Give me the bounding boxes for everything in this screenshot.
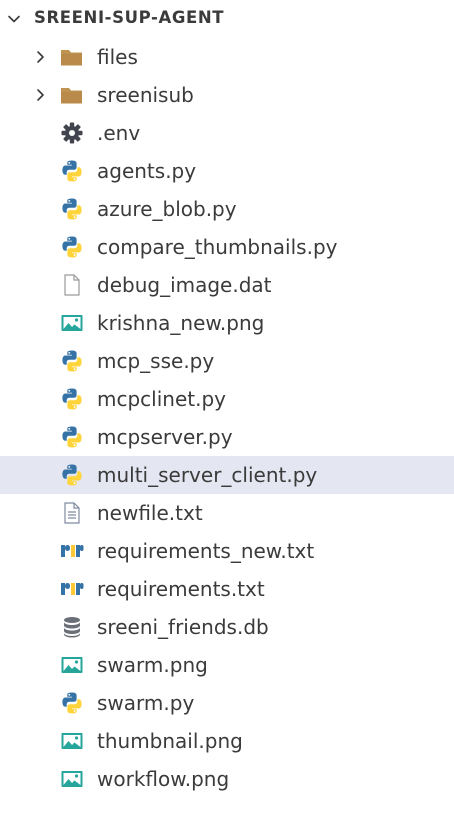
file-item-compare-thumbnails-py[interactable]: compare_thumbnails.py [0, 228, 454, 266]
file-item-label: thumbnail.png [97, 729, 243, 753]
folder-icon [61, 50, 82, 66]
python-icon [62, 198, 82, 220]
python-icon [62, 160, 82, 182]
image-icon [61, 771, 83, 787]
file-item-debug-image-dat[interactable]: debug_image.dat [0, 266, 454, 304]
gear-icon [61, 122, 83, 144]
file-item-label: requirements.txt [97, 577, 265, 601]
image-icon [61, 315, 83, 331]
database-icon [64, 617, 80, 638]
file-item-label: mcp_sse.py [97, 349, 215, 373]
file-item-label: swarm.png [97, 653, 208, 677]
file-item-azure-blob-py[interactable]: azure_blob.py [0, 190, 454, 228]
file-item-label: debug_image.dat [97, 273, 272, 297]
explorer-section-title: SREENI-SUP-AGENT [34, 8, 225, 27]
file-item-label: agents.py [97, 159, 197, 183]
file-item-label: azure_blob.py [97, 197, 237, 221]
explorer-section-header[interactable]: SREENI-SUP-AGENT [0, 0, 454, 38]
blank-file-icon [64, 274, 80, 296]
file-item-mcpclinet-py[interactable]: mcpclinet.py [0, 380, 454, 418]
file-item-requirements-new-txt[interactable]: requirements_new.txt [0, 532, 454, 570]
file-item-swarm-py[interactable]: swarm.py [0, 684, 454, 722]
file-item-mcpserver-py[interactable]: mcpserver.py [0, 418, 454, 456]
file-item-label: workflow.png [97, 767, 230, 791]
chevron-down-icon[interactable] [6, 11, 22, 27]
file-item-label: swarm.py [97, 691, 195, 715]
pip-requirements-icon [61, 545, 84, 557]
python-icon [62, 426, 82, 448]
chevron-right-icon[interactable] [32, 49, 48, 65]
file-item-label: requirements_new.txt [97, 539, 315, 563]
file-item-label: krishna_new.png [97, 311, 265, 335]
file-item-workflow-png[interactable]: workflow.png [0, 760, 454, 798]
python-icon [62, 388, 82, 410]
file-item-label: multi_server_client.py [97, 463, 318, 487]
image-icon [61, 733, 83, 749]
file-item-label: compare_thumbnails.py [97, 235, 338, 259]
file-item-label: files [97, 45, 138, 69]
folder-item-sreenisub[interactable]: sreenisub [0, 76, 454, 114]
file-item-sreeni-friends-db[interactable]: sreeni_friends.db [0, 608, 454, 646]
python-icon [62, 464, 82, 486]
pip-requirements-icon [61, 583, 84, 595]
file-item-multi-server-client-py[interactable]: multi_server_client.py [0, 456, 454, 494]
python-icon [62, 350, 82, 372]
folder-item-files[interactable]: files [0, 38, 454, 76]
file-item-requirements-txt[interactable]: requirements.txt [0, 570, 454, 608]
file-item-env[interactable]: .env [0, 114, 454, 152]
file-item-label: newfile.txt [97, 501, 203, 525]
file-item-swarm-png[interactable]: swarm.png [0, 646, 454, 684]
file-item-label: mcpclinet.py [97, 387, 226, 411]
file-item-newfile-txt[interactable]: newfile.txt [0, 494, 454, 532]
file-item-thumbnail-png[interactable]: thumbnail.png [0, 722, 454, 760]
python-icon [62, 236, 82, 258]
file-item-agents-py[interactable]: agents.py [0, 152, 454, 190]
file-item-label: mcpserver.py [97, 425, 233, 449]
text-file-icon [64, 502, 80, 524]
file-item-krishna-new-png[interactable]: krishna_new.png [0, 304, 454, 342]
python-icon [62, 692, 82, 714]
file-item-label: .env [97, 121, 141, 145]
folder-icon [61, 88, 82, 104]
file-item-label: sreeni_friends.db [97, 615, 269, 639]
file-item-label: sreenisub [97, 83, 194, 107]
chevron-right-icon[interactable] [32, 87, 48, 103]
file-explorer: SREENI-SUP-AGENT files sreenisub .env agent… [0, 0, 454, 815]
file-item-mcp-sse-py[interactable]: mcp_sse.py [0, 342, 454, 380]
image-icon [61, 657, 83, 673]
